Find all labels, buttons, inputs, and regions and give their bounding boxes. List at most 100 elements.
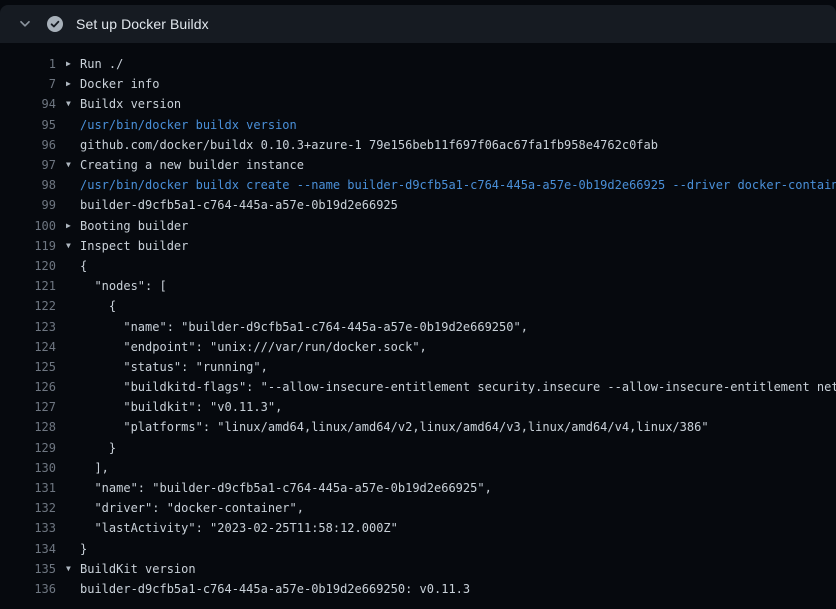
line-content: "nodes": [ xyxy=(66,279,836,293)
group-label[interactable]: Docker info xyxy=(80,77,159,91)
log-line: 122 { xyxy=(0,296,836,316)
triangle-down-icon[interactable]: ▼ xyxy=(66,242,80,250)
output-text: "platforms": "linux/amd64,linux/amd64/v2… xyxy=(80,420,709,434)
log-group-row[interactable]: 100 ▶Booting builder xyxy=(0,216,836,236)
line-number[interactable]: 99 xyxy=(0,198,56,212)
log-group-row[interactable]: 135 ▼BuildKit version xyxy=(0,559,836,579)
line-number[interactable]: 121 xyxy=(0,279,56,293)
log-lines: 1▶Run ./7▶Docker info94▼Buildx version95… xyxy=(0,43,836,599)
log-group-row[interactable]: 7 ▶Docker info xyxy=(0,74,836,94)
group-label[interactable]: Creating a new builder instance xyxy=(80,158,304,172)
step-title: Set up Docker Buildx xyxy=(76,16,209,32)
line-number[interactable]: 132 xyxy=(0,501,56,515)
triangle-down-icon[interactable]: ▼ xyxy=(66,161,80,169)
output-text: github.com/docker/buildx 0.10.3+azure-1 … xyxy=(80,138,658,152)
output-text: "name": "builder-d9cfb5a1-c764-445a-a57e… xyxy=(80,481,492,495)
triangle-down-icon[interactable]: ▼ xyxy=(66,565,80,573)
output-text: ], xyxy=(80,461,109,475)
line-content: "lastActivity": "2023-02-25T11:58:12.000… xyxy=(66,521,836,535)
line-number[interactable]: 124 xyxy=(0,340,56,354)
log-line: 99 builder-d9cfb5a1-c764-445a-a57e-0b19d2… xyxy=(0,195,836,215)
line-number[interactable]: 95 xyxy=(0,118,56,132)
output-text: "name": "builder-d9cfb5a1-c764-445a-a57e… xyxy=(80,320,528,334)
log-line: 96 github.com/docker/buildx 0.10.3+azure-… xyxy=(0,135,836,155)
line-content: "endpoint": "unix:///var/run/docker.sock… xyxy=(66,340,836,354)
group-label[interactable]: BuildKit version xyxy=(80,562,196,576)
output-text: "nodes": [ xyxy=(80,279,167,293)
output-text: builder-d9cfb5a1-c764-445a-a57e-0b19d2e6… xyxy=(80,582,470,596)
line-number[interactable]: 7 xyxy=(0,77,56,91)
line-content: "buildkitd-flags": "--allow-insecure-ent… xyxy=(66,380,836,394)
output-text: "driver": "docker-container", xyxy=(80,501,304,515)
triangle-right-icon[interactable]: ▶ xyxy=(66,60,80,68)
line-number[interactable]: 100 xyxy=(0,219,56,233)
group-label[interactable]: Run ./ xyxy=(80,57,123,71)
group-label[interactable]: Buildx version xyxy=(80,97,181,111)
log-group-row[interactable]: 1 ▶Run ./ xyxy=(0,54,836,74)
line-content: } xyxy=(66,542,836,556)
log-group-row[interactable]: 94 ▼Buildx version xyxy=(0,94,836,114)
log-line: 127 "buildkit": "v0.11.3", xyxy=(0,397,836,417)
line-number[interactable]: 126 xyxy=(0,380,56,394)
line-content: /usr/bin/docker buildx create --name bui… xyxy=(66,178,836,192)
line-number[interactable]: 96 xyxy=(0,138,56,152)
output-text: { xyxy=(80,299,116,313)
line-number[interactable]: 122 xyxy=(0,299,56,313)
line-number[interactable]: 133 xyxy=(0,521,56,535)
line-number[interactable]: 129 xyxy=(0,441,56,455)
command-text: /usr/bin/docker buildx create --name bui… xyxy=(80,178,836,192)
line-number[interactable]: 135 xyxy=(0,562,56,576)
output-text: } xyxy=(80,542,87,556)
line-content: ▶Booting builder xyxy=(66,219,836,233)
line-content: "driver": "docker-container", xyxy=(66,501,836,515)
line-content: } xyxy=(66,441,836,455)
line-content: ▼BuildKit version xyxy=(66,562,836,576)
line-number[interactable]: 136 xyxy=(0,582,56,596)
log-line: 129 } xyxy=(0,438,836,458)
output-text: "buildkitd-flags": "--allow-insecure-ent… xyxy=(80,380,836,394)
group-label[interactable]: Inspect builder xyxy=(80,239,188,253)
line-number[interactable]: 125 xyxy=(0,360,56,374)
line-number[interactable]: 128 xyxy=(0,420,56,434)
line-content: { xyxy=(66,299,836,313)
log-line: 132 "driver": "docker-container", xyxy=(0,498,836,518)
log-group-row[interactable]: 97 ▼Creating a new builder instance xyxy=(0,155,836,175)
line-number[interactable]: 94 xyxy=(0,97,56,111)
group-label[interactable]: Booting builder xyxy=(80,219,188,233)
line-content: builder-d9cfb5a1-c764-445a-a57e-0b19d2e6… xyxy=(66,198,836,212)
step-log-container: Set up Docker Buildx 1▶Run ./7▶Docker in… xyxy=(0,5,836,599)
line-number[interactable]: 134 xyxy=(0,542,56,556)
log-line: 134} xyxy=(0,539,836,559)
log-line: 124 "endpoint": "unix:///var/run/docker.… xyxy=(0,337,836,357)
line-content: { xyxy=(66,259,836,273)
output-text: "status": "running", xyxy=(80,360,268,374)
output-text: { xyxy=(80,259,87,273)
line-content: "status": "running", xyxy=(66,360,836,374)
line-content: ▶Docker info xyxy=(66,77,836,91)
line-number[interactable]: 131 xyxy=(0,481,56,495)
line-content: github.com/docker/buildx 0.10.3+azure-1 … xyxy=(66,138,836,152)
line-number[interactable]: 97 xyxy=(0,158,56,172)
chevron-down-icon[interactable] xyxy=(18,17,32,31)
log-line: 123 "name": "builder-d9cfb5a1-c764-445a-… xyxy=(0,316,836,336)
line-content: ▼Buildx version xyxy=(66,97,836,111)
log-line: 120 { xyxy=(0,256,836,276)
output-text: "lastActivity": "2023-02-25T11:58:12.000… xyxy=(80,521,398,535)
line-number[interactable]: 127 xyxy=(0,400,56,414)
log-group-row[interactable]: 119 ▼Inspect builder xyxy=(0,236,836,256)
line-content: ▼Inspect builder xyxy=(66,239,836,253)
line-number[interactable]: 98 xyxy=(0,178,56,192)
line-number[interactable]: 120 xyxy=(0,259,56,273)
line-number[interactable]: 130 xyxy=(0,461,56,475)
triangle-right-icon[interactable]: ▶ xyxy=(66,80,80,88)
line-number[interactable]: 123 xyxy=(0,320,56,334)
line-number[interactable]: 1 xyxy=(0,57,56,71)
line-number[interactable]: 119 xyxy=(0,239,56,253)
check-circle-icon xyxy=(47,16,63,32)
triangle-down-icon[interactable]: ▼ xyxy=(66,100,80,108)
line-content: ▼Creating a new builder instance xyxy=(66,158,836,172)
triangle-right-icon[interactable]: ▶ xyxy=(66,222,80,230)
line-content: builder-d9cfb5a1-c764-445a-a57e-0b19d2e6… xyxy=(66,582,836,596)
step-header[interactable]: Set up Docker Buildx xyxy=(0,5,836,43)
log-line: 136 builder-d9cfb5a1-c764-445a-a57e-0b19d… xyxy=(0,579,836,599)
